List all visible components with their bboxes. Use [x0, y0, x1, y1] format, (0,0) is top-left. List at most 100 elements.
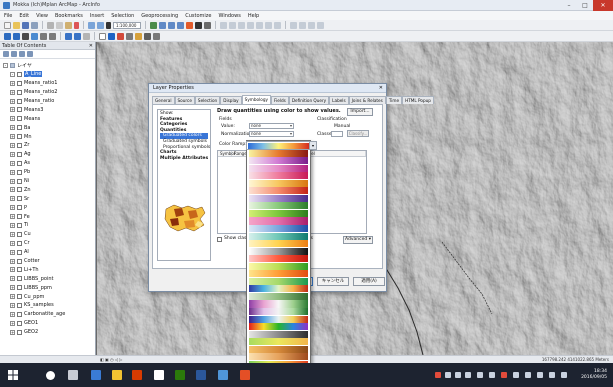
fixed-zoom-out-icon[interactable]	[49, 32, 56, 40]
list-by-selection-icon[interactable]	[27, 51, 33, 57]
color-ramp-option[interactable]	[249, 338, 308, 346]
menu-help[interactable]: Help	[248, 13, 259, 19]
symbol-column-header[interactable]: Symbol	[218, 151, 235, 156]
store-icon[interactable]	[132, 370, 142, 380]
visibility-checkbox[interactable]	[17, 214, 22, 220]
menu-windows[interactable]: Windows	[218, 13, 240, 19]
visibility-checkbox[interactable]	[17, 178, 22, 184]
expand-icon[interactable]: +	[10, 80, 15, 86]
toc-layer-item[interactable]: - レイヤ	[0, 61, 95, 70]
tool-icon[interactable]	[308, 21, 315, 29]
visibility-checkbox[interactable]	[17, 249, 22, 255]
visibility-checkbox[interactable]	[17, 205, 22, 211]
toc-layer-item[interactable]: + Fe	[0, 212, 95, 221]
visibility-checkbox[interactable]	[17, 142, 22, 148]
menu-edit[interactable]: Edit	[19, 13, 29, 19]
color-ramp-option[interactable]	[249, 225, 308, 233]
expand-icon[interactable]: +	[10, 151, 15, 157]
color-ramp-option[interactable]	[249, 277, 308, 285]
visibility-checkbox[interactable]	[17, 320, 22, 326]
visibility-checkbox[interactable]	[17, 196, 22, 202]
toc-layer-item[interactable]: + LIBBS_point	[0, 274, 95, 283]
tool-icon[interactable]	[299, 21, 306, 29]
list-by-source-icon[interactable]	[11, 51, 17, 57]
map-page-controls[interactable]: ◧ ▣ ◷ ◁ ▷	[100, 357, 122, 362]
color-ramp-option[interactable]	[249, 209, 308, 217]
open-icon[interactable]	[13, 21, 20, 29]
tab-joins-relates[interactable]: Joins & Relates	[348, 96, 386, 104]
expand-icon[interactable]: +	[10, 276, 15, 282]
excel-icon[interactable]	[175, 370, 185, 380]
chevron-down-icon[interactable]: ▾	[309, 142, 316, 149]
toc-layer-item[interactable]: + Means_ratio1	[0, 79, 95, 88]
catalog-window-icon[interactable]	[168, 21, 175, 29]
color-ramp-option[interactable]	[249, 202, 308, 210]
visibility-checkbox[interactable]	[17, 329, 22, 335]
toc-layer-item[interactable]: + Ag	[0, 150, 95, 159]
tool-icon[interactable]	[247, 21, 254, 29]
toc-layer-item[interactable]: + Cu_ppm	[0, 292, 95, 301]
tool-icon[interactable]	[290, 21, 297, 29]
windows-start-icon[interactable]	[8, 370, 18, 380]
measure-icon[interactable]	[126, 32, 133, 40]
select-features-icon[interactable]	[83, 32, 90, 40]
color-ramp-option[interactable]	[249, 194, 308, 202]
expand-icon[interactable]: +	[10, 240, 15, 246]
classes-spinner[interactable]	[331, 131, 343, 137]
color-ramp-option[interactable]	[249, 262, 308, 270]
tray-icon[interactable]	[489, 372, 495, 378]
visibility-checkbox[interactable]	[17, 187, 22, 193]
pan-icon[interactable]	[22, 32, 29, 40]
toc-layer-item[interactable]: + Means3	[0, 105, 95, 114]
visibility-checkbox[interactable]	[17, 107, 22, 113]
toc-layer-item[interactable]: + Means_ratio	[0, 97, 95, 106]
normalization-field-select[interactable]: none	[249, 131, 294, 137]
tab-general[interactable]: General	[152, 96, 175, 104]
html-popup-icon[interactable]	[144, 32, 151, 40]
show-ranges-checkbox[interactable]	[217, 237, 222, 242]
show-renderer-list[interactable]: Show: Features Categories Quantities Gradua…	[157, 109, 211, 261]
color-ramp-option[interactable]	[249, 240, 308, 248]
color-ramp-option[interactable]	[249, 323, 308, 331]
tool-icon[interactable]	[238, 21, 245, 29]
visibility-checkbox[interactable]	[17, 267, 22, 273]
tray-icon[interactable]	[465, 372, 471, 378]
expand-icon[interactable]: +	[10, 302, 15, 308]
expand-icon[interactable]: +	[10, 205, 15, 211]
zoom-in-icon[interactable]	[4, 32, 11, 40]
toc-layer-item[interactable]: + Cr	[0, 239, 95, 248]
toc-close-icon[interactable]: ✕	[89, 42, 93, 50]
tray-icon[interactable]	[435, 372, 441, 378]
color-ramp-option[interactable]	[249, 157, 308, 165]
expand-icon[interactable]: +	[10, 98, 15, 104]
visibility-checkbox[interactable]	[17, 276, 22, 282]
toc-layer-item[interactable]: + As	[0, 159, 95, 168]
keyboard-icon[interactable]	[537, 372, 543, 378]
visibility-checkbox[interactable]	[17, 134, 22, 140]
layers-icon[interactable]	[10, 62, 15, 68]
toc-layer-item[interactable]: + Cotter	[0, 257, 95, 266]
expand-icon[interactable]: +	[10, 142, 15, 148]
file-explorer-icon[interactable]	[112, 370, 122, 380]
undo-icon[interactable]	[88, 21, 95, 29]
minimize-icon[interactable]: –	[561, 0, 577, 11]
menu-view[interactable]: View	[36, 13, 48, 19]
toc-layer-item[interactable]: + Carbonatite_age	[0, 310, 95, 319]
expand-icon[interactable]: +	[10, 267, 15, 273]
model-builder-icon[interactable]	[204, 21, 211, 29]
expand-icon[interactable]: +	[10, 134, 15, 140]
menu-file[interactable]: File	[4, 13, 12, 19]
cancel-button[interactable]: キャンセル	[317, 277, 349, 286]
toc-layer-item[interactable]: + LIBBS_ppm	[0, 283, 95, 292]
color-ramp-option[interactable]	[249, 345, 308, 353]
list-by-visibility-icon[interactable]	[19, 51, 25, 57]
notification-icon[interactable]	[561, 372, 567, 378]
menu-insert[interactable]: Insert	[90, 13, 104, 19]
tool-icon[interactable]	[256, 21, 263, 29]
toc-layer-item[interactable]: + KS_samples	[0, 301, 95, 310]
fixed-zoom-icon[interactable]	[40, 32, 47, 40]
expand-icon[interactable]: +	[10, 231, 15, 237]
visibility-checkbox[interactable]	[17, 311, 22, 317]
color-ramp-option[interactable]	[249, 292, 308, 300]
tab-html-popup[interactable]: HTML Popup	[402, 96, 434, 104]
